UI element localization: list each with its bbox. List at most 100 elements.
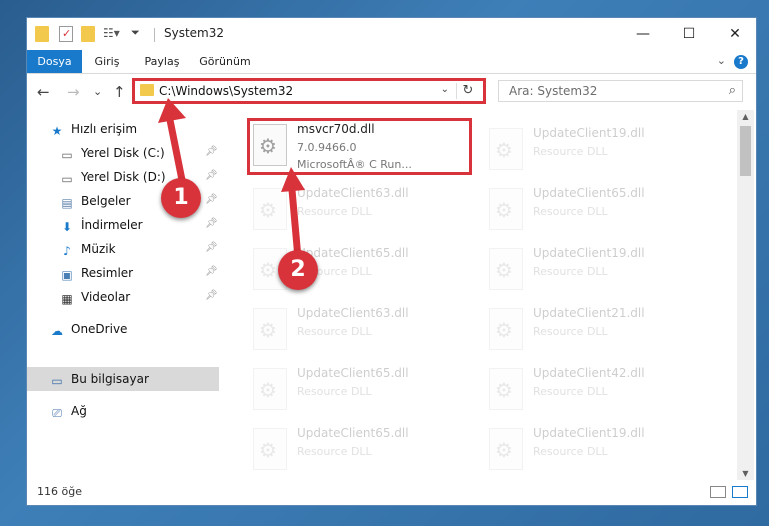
- sidebar-item-downloads[interactable]: ⬇ İndirmeler: [59, 214, 143, 236]
- sidebar-item-label: Hızlı erişim: [71, 122, 138, 136]
- sidebar-item-disk-d[interactable]: ▭ Yerel Disk (D:): [59, 166, 166, 188]
- file-type: Resource DLL: [297, 445, 372, 458]
- folder-icon: [140, 84, 154, 96]
- scroll-down-icon[interactable]: ▼: [737, 469, 754, 478]
- file-name: UpdateClient19.dll: [533, 246, 645, 260]
- sidebar-item-quick-access[interactable]: ★ Hızlı erişim: [49, 118, 137, 140]
- drive-icon: ▭: [61, 148, 73, 162]
- file-name: UpdateClient63.dll: [297, 306, 409, 320]
- sidebar-item-pictures[interactable]: ▣ Resimler: [59, 262, 133, 284]
- file-item[interactable]: UpdateClient63.dll Resource DLL: [249, 182, 479, 238]
- sidebar-item-this-pc[interactable]: ▭ Bu bilgisayar: [49, 368, 149, 390]
- expand-ribbon-icon[interactable]: ⌄: [717, 54, 726, 67]
- quick-access-dropdown-icon[interactable]: ⏷: [131, 26, 145, 42]
- dll-file-icon: [489, 308, 523, 350]
- computer-icon: ▭: [51, 374, 63, 388]
- file-item[interactable]: UpdateClient21.dll Resource DLL: [485, 302, 715, 358]
- dll-file-icon: [253, 428, 287, 470]
- search-icon[interactable]: ⌕: [729, 83, 736, 98]
- dll-file-icon: [253, 308, 287, 350]
- navigation-bar: ← → ⌄ ↑ C:\Windows\System32 ⌄ ↻ Ara: Sys…: [27, 74, 756, 110]
- file-name: UpdateClient65.dll: [297, 366, 409, 380]
- recent-locations-button[interactable]: ⌄: [93, 85, 102, 98]
- file-name: UpdateClient19.dll: [533, 126, 645, 140]
- dll-file-icon: [253, 368, 287, 410]
- file-type: Resource DLL: [533, 385, 608, 398]
- file-type: Resource DLL: [533, 145, 608, 158]
- pin-icon[interactable]: 📌︎: [205, 266, 218, 277]
- vertical-scrollbar[interactable]: ▲ ▼: [737, 110, 754, 480]
- music-icon: ♪: [63, 244, 71, 258]
- file-item[interactable]: UpdateClient42.dll Resource DLL: [485, 362, 715, 418]
- close-button[interactable]: ✕: [712, 18, 756, 50]
- pin-icon[interactable]: 📌︎: [205, 242, 218, 253]
- file-type: Resource DLL: [297, 385, 372, 398]
- sidebar-item-label: Yerel Disk (C:): [81, 146, 165, 160]
- tab-home[interactable]: Giriş: [87, 50, 127, 73]
- file-name: UpdateClient21.dll: [533, 306, 645, 320]
- search-input[interactable]: Ara: System32 ⌕: [498, 80, 743, 102]
- address-dropdown-icon[interactable]: ⌄: [441, 84, 449, 95]
- file-type: Resource DLL: [297, 205, 372, 218]
- tab-view[interactable]: Görünüm: [197, 50, 253, 73]
- maximize-button[interactable]: ☐: [666, 18, 712, 50]
- up-button[interactable]: ↑: [113, 83, 126, 101]
- customize-toolbar-icon[interactable]: ☷▾: [103, 26, 123, 42]
- properties-icon[interactable]: ✓: [59, 26, 73, 42]
- file-item[interactable]: UpdateClient19.dll Resource DLL: [485, 422, 715, 475]
- address-bar[interactable]: C:\Windows\System32 ⌄ ↻: [132, 78, 486, 104]
- star-icon: ★: [51, 124, 63, 138]
- downloads-icon: ⬇: [61, 220, 73, 234]
- sidebar-item-documents[interactable]: ▤ Belgeler: [59, 190, 130, 212]
- sidebar-item-label: OneDrive: [71, 322, 128, 336]
- pin-icon[interactable]: 📌︎: [205, 218, 218, 229]
- refresh-button[interactable]: ↻: [456, 83, 479, 99]
- drive-icon: ▭: [61, 172, 73, 186]
- videos-icon: ▦: [61, 292, 73, 306]
- file-item[interactable]: UpdateClient19.dll Resource DLL: [485, 122, 715, 178]
- pin-icon[interactable]: 📌︎: [205, 146, 218, 157]
- minimize-button[interactable]: —: [620, 18, 666, 50]
- address-path[interactable]: C:\Windows\System32: [159, 84, 293, 98]
- file-highlight-box: [247, 118, 472, 175]
- file-item[interactable]: UpdateClient63.dll Resource DLL: [249, 302, 479, 358]
- sidebar-item-label: Bu bilgisayar: [71, 372, 149, 386]
- pin-icon[interactable]: 📌︎: [205, 194, 218, 205]
- file-name: UpdateClient65.dll: [533, 186, 645, 200]
- sidebar-item-label: Müzik: [81, 242, 116, 256]
- sidebar-item-disk-c[interactable]: ▭ Yerel Disk (C:): [59, 142, 165, 164]
- large-icons-view-icon[interactable]: [732, 486, 748, 498]
- new-folder-icon[interactable]: [81, 26, 95, 42]
- file-name: UpdateClient65.dll: [297, 426, 409, 440]
- pin-icon[interactable]: 📌︎: [205, 290, 218, 301]
- file-item[interactable]: UpdateClient65.dll Resource DLL: [249, 422, 479, 475]
- file-name: UpdateClient19.dll: [533, 426, 645, 440]
- dll-file-icon: [253, 188, 287, 230]
- file-item[interactable]: UpdateClient65.dll Resource DLL: [485, 182, 715, 238]
- sidebar-item-network[interactable]: ⎚ Ağ: [49, 400, 87, 422]
- tab-share[interactable]: Paylaş: [139, 50, 185, 73]
- title-bar: ✓ ☷▾ ⏷ System32 — ☐ ✕: [27, 18, 756, 50]
- pin-icon[interactable]: 📌︎: [205, 170, 218, 181]
- tab-file[interactable]: Dosya: [27, 50, 82, 73]
- search-placeholder: Ara: System32: [509, 84, 598, 98]
- item-count: 116 öğe: [37, 485, 82, 498]
- sidebar-item-label: Yerel Disk (D:): [81, 170, 166, 184]
- forward-button[interactable]: →: [67, 83, 80, 101]
- help-icon[interactable]: ?: [734, 55, 748, 69]
- sidebar-item-videos[interactable]: ▦ Videolar: [59, 286, 130, 308]
- sidebar-item-onedrive[interactable]: ☁ OneDrive: [49, 318, 127, 340]
- sidebar-item-music[interactable]: ♪ Müzik: [59, 238, 116, 260]
- scrollbar-thumb[interactable]: [740, 126, 751, 176]
- explorer-window: ✓ ☷▾ ⏷ System32 — ☐ ✕ Dosya Giriş Paylaş…: [26, 17, 757, 506]
- window-title: System32: [164, 26, 225, 40]
- file-name: UpdateClient63.dll: [297, 186, 409, 200]
- dll-file-icon: [489, 368, 523, 410]
- status-bar: 116 öğe: [27, 480, 756, 505]
- scroll-up-icon[interactable]: ▲: [737, 112, 754, 121]
- dll-file-icon: [489, 248, 523, 290]
- file-item[interactable]: UpdateClient65.dll Resource DLL: [249, 362, 479, 418]
- back-button[interactable]: ←: [37, 83, 50, 101]
- file-item[interactable]: UpdateClient19.dll Resource DLL: [485, 242, 715, 298]
- details-view-icon[interactable]: [710, 486, 726, 498]
